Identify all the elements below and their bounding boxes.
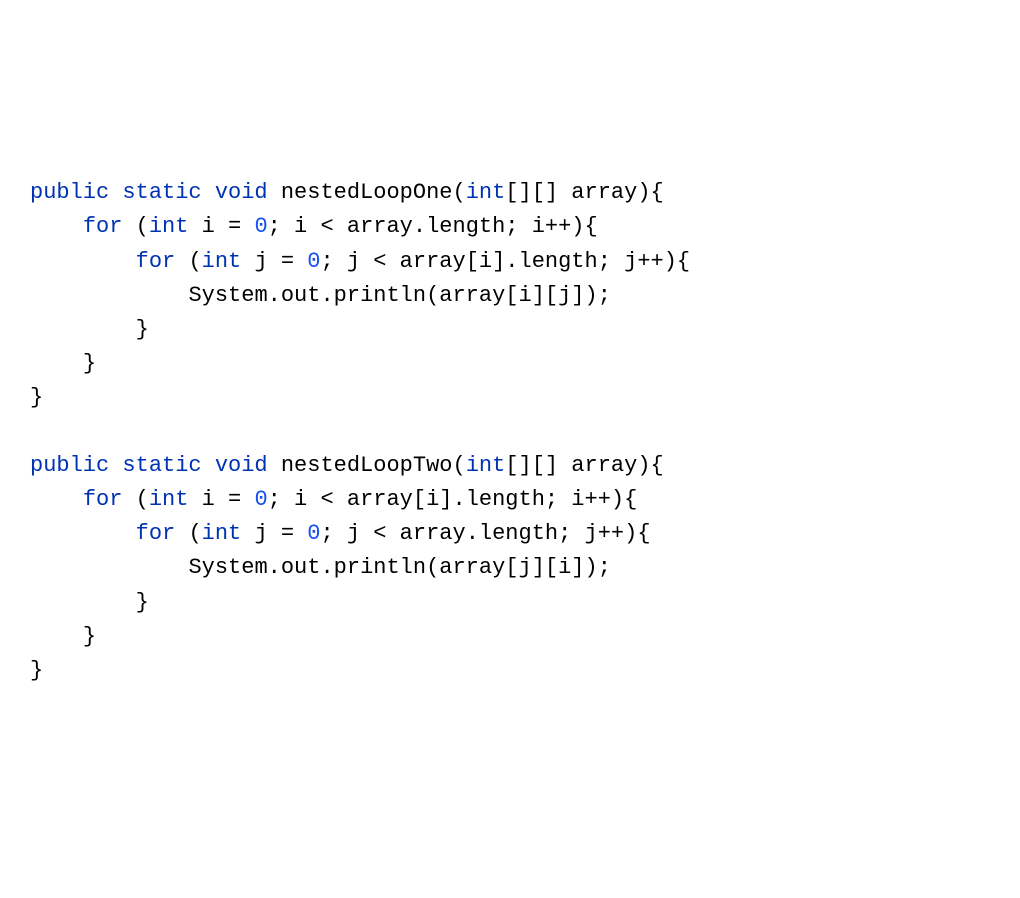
indent-guide [30, 555, 83, 580]
method-name: nestedLoopOne [281, 180, 453, 205]
text: ; i < array[i].length; i++){ [268, 487, 638, 512]
keyword: for [136, 249, 189, 274]
indent-guide [30, 351, 83, 376]
code-block: public static void nestedLoopOne(int[][]… [30, 176, 990, 687]
keyword: for [136, 521, 189, 546]
text: ( [136, 214, 149, 239]
text: j = [254, 521, 307, 546]
keyword: public static void [30, 180, 281, 205]
text: ( [136, 487, 149, 512]
indent-guide [136, 555, 189, 580]
text: ( [188, 249, 201, 274]
text: } [30, 658, 43, 683]
indent-guide [83, 249, 136, 274]
text: ; j < array[i].length; j++){ [320, 249, 690, 274]
text: i = [202, 214, 255, 239]
indent-guide [83, 283, 136, 308]
text: System.out.println(array[j][i]); [188, 555, 610, 580]
indent-guide [30, 624, 83, 649]
text: [][] array){ [505, 453, 663, 478]
indent-guide [83, 521, 136, 546]
text: } [83, 351, 96, 376]
indent-guide [30, 283, 83, 308]
indent-guide [83, 590, 136, 615]
keyword: int [202, 249, 255, 274]
indent-guide [30, 487, 83, 512]
keyword: int [202, 521, 255, 546]
text: } [30, 385, 43, 410]
keyword: for [83, 487, 136, 512]
text: ( [452, 453, 465, 478]
indent-guide [30, 590, 83, 615]
text: ; i < array.length; i++){ [268, 214, 598, 239]
indent-guide [30, 214, 83, 239]
text: j = [254, 249, 307, 274]
indent-guide [30, 249, 83, 274]
keyword: int [466, 453, 506, 478]
text: System.out.println(array[i][j]); [188, 283, 610, 308]
keyword: int [466, 180, 506, 205]
text: ( [452, 180, 465, 205]
indent-guide [30, 521, 83, 546]
number: 0 [254, 487, 267, 512]
text: } [83, 624, 96, 649]
keyword: int [149, 214, 202, 239]
text: } [136, 317, 149, 342]
text: i = [202, 487, 255, 512]
text: ; j < array.length; j++){ [320, 521, 650, 546]
number: 0 [254, 214, 267, 239]
number: 0 [307, 249, 320, 274]
text: } [136, 590, 149, 615]
keyword: public static void [30, 453, 281, 478]
indent-guide [136, 283, 189, 308]
keyword: int [149, 487, 202, 512]
keyword: for [83, 214, 136, 239]
method-name: nestedLoopTwo [281, 453, 453, 478]
text: [][] array){ [505, 180, 663, 205]
indent-guide [83, 555, 136, 580]
text: ( [188, 521, 201, 546]
indent-guide [83, 317, 136, 342]
number: 0 [307, 521, 320, 546]
indent-guide [30, 317, 83, 342]
